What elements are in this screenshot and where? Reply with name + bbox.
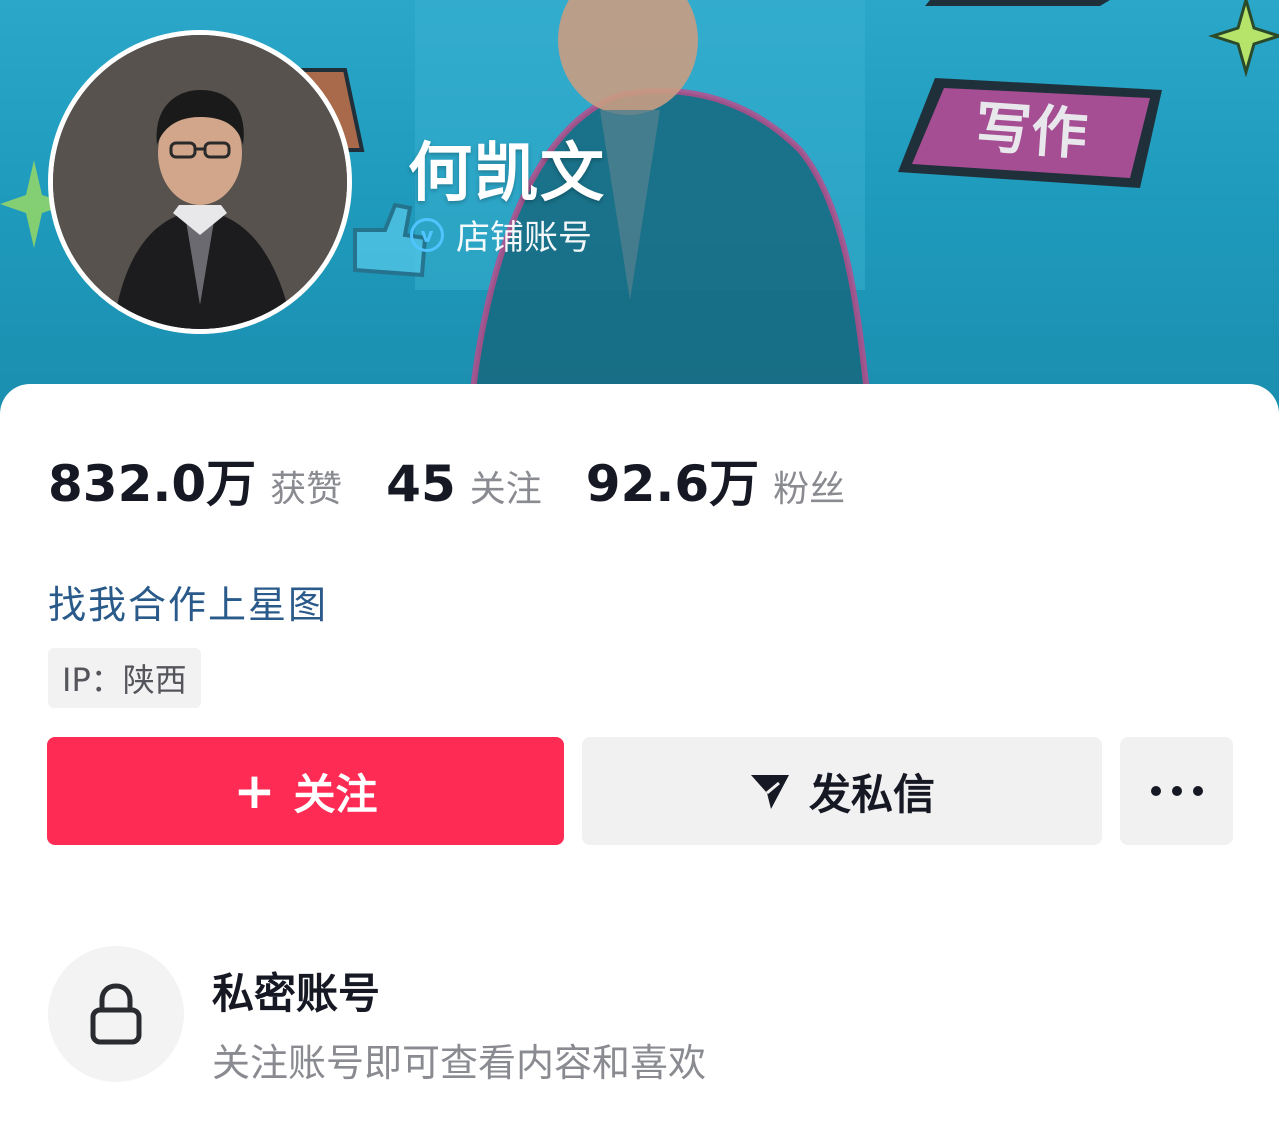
stats-row: 832.0万 获赞 45 关注 92.6万 粉丝	[48, 444, 889, 516]
verify-label: 店铺账号	[456, 218, 592, 258]
avatar-image	[53, 35, 347, 329]
follow-button-label: 关注	[293, 769, 378, 819]
message-button-label: 发私信	[808, 769, 935, 819]
stat-following[interactable]: 45 关注	[386, 455, 542, 513]
profile-page: 写作 何凯文 v 店铺账号 832.0万 获赞 45 关注 92.6万 粉丝 找…	[0, 0, 1279, 1145]
cooperation-link[interactable]: 找我合作上星图	[48, 574, 328, 629]
stat-likes[interactable]: 832.0万 获赞	[48, 444, 342, 516]
verify-row: v 店铺账号	[410, 210, 592, 259]
private-account-description: 关注账号即可查看内容和喜欢	[212, 1041, 707, 1085]
profile-banner: 写作 何凯文 v 店铺账号	[0, 0, 1279, 420]
plus-icon: +	[233, 762, 276, 820]
verified-badge-icon: v	[410, 217, 444, 252]
follow-button[interactable]: + 关注	[47, 737, 564, 845]
stat-likes-value: 832.0万	[48, 455, 257, 513]
private-account-title: 私密账号	[212, 969, 381, 1018]
stat-followers-value: 92.6万	[585, 455, 760, 513]
banner-tag-text: 写作	[973, 95, 1089, 168]
stat-following-value: 45	[386, 455, 456, 513]
avatar[interactable]	[48, 30, 352, 334]
ip-location-tag: IP：陕西	[48, 648, 201, 708]
send-icon	[749, 771, 791, 811]
profile-card: 832.0万 获赞 45 关注 92.6万 粉丝 找我合作上星图 IP：陕西 +…	[0, 384, 1279, 1145]
lock-icon-container	[48, 946, 184, 1082]
profile-name: 何凯文	[408, 137, 606, 211]
private-account-notice: 私密账号 关注账号即可查看内容和喜欢	[48, 946, 1148, 1086]
message-button[interactable]: 发私信	[582, 737, 1102, 845]
lock-icon	[90, 983, 142, 1045]
stat-likes-label: 获赞	[270, 469, 343, 510]
stat-followers[interactable]: 92.6万 粉丝	[586, 444, 845, 516]
action-buttons: + 关注 发私信	[47, 737, 1233, 845]
stat-followers-label: 粉丝	[773, 469, 846, 510]
more-dots-icon	[1150, 786, 1203, 796]
more-button[interactable]	[1120, 737, 1233, 845]
stat-following-label: 关注	[469, 469, 542, 510]
